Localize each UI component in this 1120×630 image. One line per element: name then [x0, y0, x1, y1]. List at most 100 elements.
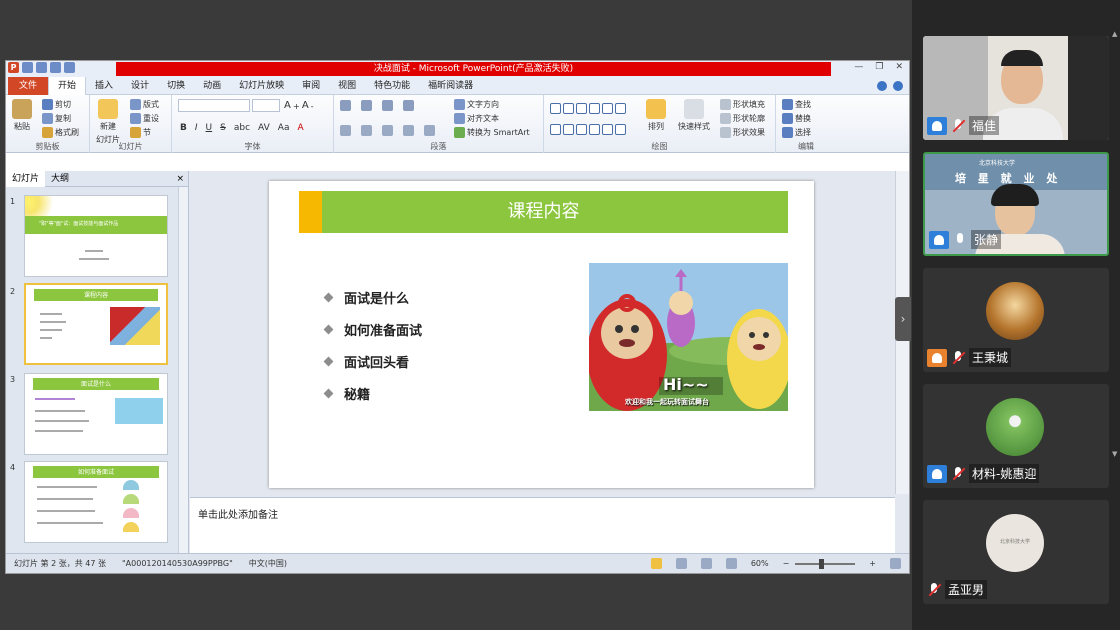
slide-thumbnail-1[interactable]: "职"等"面"试：面试技能与面试作品 [24, 195, 168, 277]
bullet-item: 如何准备面试 [323, 313, 422, 345]
participant-card[interactable]: 材料-姚惠迎 [923, 384, 1109, 488]
tab-insert[interactable]: 插入 [86, 77, 122, 95]
tab-file[interactable]: 文件 [8, 76, 49, 95]
quick-styles-button[interactable]: 快速样式 [678, 99, 710, 132]
replace-button[interactable]: 替换 [782, 113, 811, 124]
tab-slides-pane[interactable]: 幻灯片 [6, 170, 46, 187]
slide-thumbnail-4[interactable]: 如何准备面试 [24, 461, 168, 543]
participants-scrollbar[interactable]: ▲ ▼ [1112, 30, 1118, 610]
close-pane-button[interactable]: × [170, 171, 188, 187]
grow-font-button[interactable]: A + A- [284, 100, 314, 111]
scissors-icon [42, 99, 53, 110]
thumbnail-scrollbar[interactable] [178, 187, 188, 555]
tab-review[interactable]: 审阅 [293, 77, 329, 95]
bullet-item: 面试是什么 [323, 281, 422, 313]
avatar: 北京科技大学 [986, 514, 1044, 572]
arrange-button[interactable]: 排列 [646, 99, 666, 132]
copy-button[interactable]: 复制 [42, 113, 71, 124]
group-font: A + A- B I U Sabc AV Aa A 字体 [172, 95, 334, 153]
participant-name: 福佳 [969, 116, 1000, 135]
shape-outline-button[interactable]: 形状轮廓 [720, 113, 765, 124]
reset-icon [130, 113, 141, 124]
zoom-slider[interactable] [795, 558, 856, 569]
paste-button[interactable]: 粘贴 [12, 99, 32, 132]
language-indicator[interactable]: 中文(中国) [249, 558, 287, 569]
image-subcaption: 欢迎和我一起玩转面试舞台 [625, 398, 709, 406]
quick-access-toolbar: P [8, 62, 75, 73]
participant-card[interactable]: 王秉城 [923, 268, 1109, 372]
fit-window-icon[interactable] [890, 558, 901, 569]
normal-view-icon[interactable] [650, 558, 662, 569]
slide-counter: 幻灯片 第 2 张，共 47 张 [14, 559, 106, 568]
shape-effects-button[interactable]: 形状效果 [720, 127, 765, 138]
text-direction-icon [454, 99, 465, 110]
tab-animations[interactable]: 动画 [194, 77, 230, 95]
slideshow-icon[interactable] [64, 62, 75, 73]
participant-card[interactable]: 北京科技大学 培 星 就 业 处 张静 [923, 152, 1109, 256]
tab-home[interactable]: 开始 [48, 76, 87, 95]
zoom-level[interactable]: 60% [751, 559, 769, 568]
brush-icon [42, 127, 53, 138]
save-icon[interactable] [22, 62, 33, 73]
mic-muted-icon [951, 466, 965, 482]
zoom-in-icon[interactable]: + [869, 559, 876, 568]
participant-card[interactable]: 北京科技大学 孟亚男 [923, 500, 1109, 604]
zoom-out-icon[interactable]: − [783, 559, 790, 568]
tab-transitions[interactable]: 切换 [158, 77, 194, 95]
slide-thumbnail-3[interactable]: 面试是什么 [24, 373, 168, 455]
slide-thumbnail-2[interactable]: 课程内容 [24, 283, 168, 365]
undo-icon[interactable] [36, 62, 47, 73]
copy-icon [42, 113, 53, 124]
thumbnail-pane: 幻灯片 大纲 × 1 "职"等"面"试：面试技能与面试作品 2 课程内容 3 面… [6, 170, 189, 555]
reset-button[interactable]: 重设 [130, 113, 159, 124]
outline-icon [720, 113, 731, 124]
layout-icon [130, 99, 141, 110]
tab-foxit[interactable]: 福昕阅读器 [419, 77, 482, 95]
font-name-field[interactable] [178, 99, 250, 112]
font-format-buttons[interactable]: B I U Sabc AV Aa A [180, 123, 304, 133]
tab-outline-pane[interactable]: 大纲 [45, 171, 75, 187]
font-size-field[interactable] [252, 99, 280, 112]
select-button[interactable]: 选择 [782, 127, 811, 138]
tab-slideshow[interactable]: 幻灯片放映 [230, 77, 293, 95]
slide-title: 课程内容 [507, 201, 580, 222]
slide3-title: 面试是什么 [80, 381, 111, 388]
collapse-panel-button[interactable]: › [895, 297, 911, 341]
align-text-button[interactable]: 对齐文本 [454, 113, 499, 124]
find-button[interactable]: 查找 [782, 99, 811, 110]
layout-button[interactable]: 版式 [130, 99, 159, 110]
slide-editing-area: 课程内容 面试是什么 如何准备面试 面试回头看 秘籍 Hi~~ 欢迎和我一起玩转… [190, 171, 909, 494]
help-icon[interactable] [893, 80, 903, 91]
format-painter-button[interactable]: 格式刷 [42, 127, 79, 138]
notes-pane[interactable]: 单击此处添加备注 [190, 497, 895, 555]
new-slide-button[interactable]: 新建 幻灯片 [96, 99, 120, 145]
tab-design[interactable]: 设计 [122, 77, 158, 95]
align-buttons[interactable] [340, 125, 435, 136]
sorter-view-icon[interactable] [675, 558, 687, 569]
redo-icon[interactable] [50, 62, 61, 73]
tab-features[interactable]: 特色功能 [365, 77, 419, 95]
shapes-gallery[interactable] [550, 99, 638, 139]
shape-fill-button[interactable]: 形状填充 [720, 99, 765, 110]
section-button[interactable]: 节 [130, 127, 151, 138]
slide-number: 4 [10, 463, 16, 472]
minimize-button[interactable]: — [854, 62, 863, 72]
smartart-button[interactable]: 转换为 SmartArt [454, 127, 530, 138]
cut-button[interactable]: 剪切 [42, 99, 71, 110]
group-label: 绘图 [651, 142, 668, 151]
close-button[interactable]: ✕ [895, 62, 903, 72]
participant-name: 张静 [971, 230, 1002, 249]
group-clipboard: 粘贴 剪切 复制 格式刷 剪贴板 [6, 95, 90, 153]
minimize-ribbon-icon[interactable] [877, 80, 887, 91]
reading-view-icon[interactable] [700, 558, 712, 569]
group-paragraph: 文字方向 对齐文本 转换为 SmartArt 段落 [334, 95, 544, 153]
main-workspace: 幻灯片 大纲 × 1 "职"等"面"试：面试技能与面试作品 2 课程内容 3 面… [6, 170, 909, 555]
text-direction-button[interactable]: 文字方向 [454, 99, 499, 110]
list-buttons[interactable] [340, 100, 414, 111]
maximize-button[interactable]: ❐ [875, 62, 883, 72]
tab-view[interactable]: 视图 [329, 77, 365, 95]
current-slide[interactable]: 课程内容 面试是什么 如何准备面试 面试回头看 秘籍 Hi~~ 欢迎和我一起玩转… [269, 181, 814, 488]
participant-card[interactable]: 福佳 [923, 36, 1109, 140]
slideshow-view-icon[interactable] [725, 558, 737, 569]
bullet-list: 面试是什么 如何准备面试 面试回头看 秘籍 [323, 281, 422, 409]
